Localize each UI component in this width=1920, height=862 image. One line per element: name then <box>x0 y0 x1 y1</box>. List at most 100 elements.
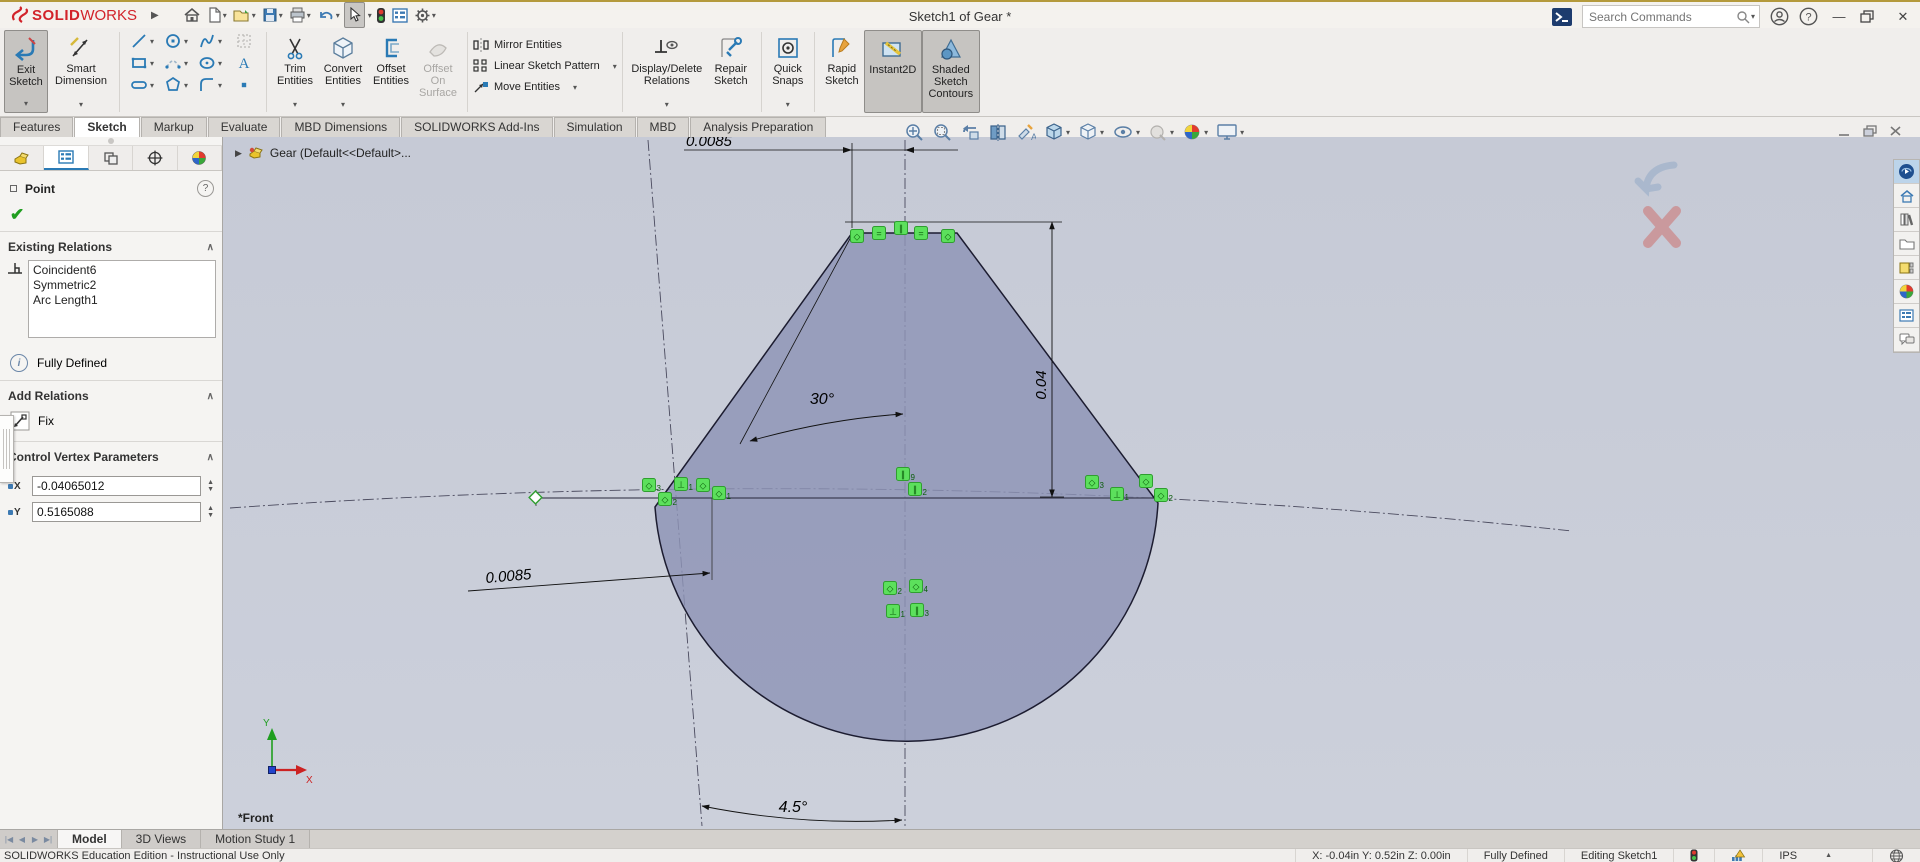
relation-badge[interactable]: ◇ <box>942 230 955 243</box>
command-tab-evaluate[interactable]: Evaluate <box>208 117 281 137</box>
pitch-endpoint-marker[interactable] <box>529 491 542 504</box>
taskpane-appearances-button[interactable] <box>1894 280 1919 304</box>
relation-item[interactable]: Arc Length1 <box>33 293 211 308</box>
taskpane-comments-button[interactable] <box>1894 328 1919 352</box>
home-button[interactable] <box>181 3 203 27</box>
tab-scroll-first[interactable]: |◀ <box>3 835 15 844</box>
confirm-cancel-icon[interactable] <box>1648 211 1676 243</box>
doc-close-icon[interactable] <box>1889 125 1902 137</box>
surface-sketch-button[interactable] <box>227 32 261 50</box>
doc-restore-icon[interactable] <box>1863 125 1877 137</box>
instant2d-button[interactable]: Instant2D <box>864 30 922 113</box>
control-vertex-collapse-icon[interactable]: ∧ <box>207 452 214 463</box>
confirm-exit-sketch-icon[interactable] <box>1638 165 1674 189</box>
taskpane-resources-button[interactable] <box>1894 208 1919 232</box>
convert-entities-button[interactable]: Convert Entities ▾ <box>318 30 368 113</box>
spline-tool-button[interactable]: ▾ <box>193 32 227 50</box>
search-commands-input[interactable] <box>1587 9 1736 25</box>
trim-entities-button[interactable]: Trim Entities ▾ <box>272 30 318 113</box>
command-tab-sketch[interactable]: Sketch <box>74 117 139 137</box>
dimension-half-pitch-angle[interactable]: 4.5° <box>702 799 902 821</box>
spline-tool-caret[interactable]: ▾ <box>218 37 222 46</box>
tab-propertymanager[interactable] <box>44 146 88 170</box>
rectangle-tool-button[interactable]: ▾ <box>125 54 159 72</box>
quick-snaps-button[interactable]: Quick Snaps ▾ <box>767 30 809 113</box>
taskpane-design-library-button[interactable] <box>1894 256 1919 280</box>
options-button[interactable]: ▾ <box>412 3 438 27</box>
control-vertex-group[interactable]: Control Vertex Parameters ∧ <box>0 442 222 468</box>
existing-relations-collapse-icon[interactable]: ∧ <box>207 242 214 253</box>
slot-tool-button[interactable]: ▾ <box>125 76 159 94</box>
performance-indicator[interactable] <box>1673 849 1714 862</box>
fillet-tool-button[interactable]: ▾ <box>193 76 227 94</box>
restore-window-button[interactable] <box>1860 10 1882 23</box>
relation-badge[interactable]: = <box>915 227 928 240</box>
doc-minimize-icon[interactable] <box>1837 125 1851 137</box>
brand-flyout-arrow[interactable]: ▶ <box>151 10 159 21</box>
edit-appearance-button[interactable]: ▾ <box>1147 121 1175 143</box>
account-icon[interactable] <box>1770 7 1789 26</box>
smart-dimension-flyout-caret[interactable]: ▾ <box>79 99 83 111</box>
line-tool-button[interactable]: ▾ <box>125 32 159 50</box>
edit-appearance-caret[interactable]: ▾ <box>1170 128 1174 137</box>
open-button[interactable]: ▾ <box>231 3 258 27</box>
shaded-sketch-contours-button[interactable]: Shaded Sketch Contours <box>922 30 980 113</box>
diagnostics-indicator[interactable] <box>1714 849 1762 862</box>
model-tab-model[interactable]: Model <box>58 830 122 848</box>
gear-tooth-profile[interactable] <box>655 233 1158 741</box>
relation-badge[interactable]: ◇ <box>697 479 710 492</box>
convert-entities-caret[interactable]: ▾ <box>341 99 345 111</box>
zoom-area-button[interactable] <box>931 121 953 143</box>
command-tab-markup[interactable]: Markup <box>141 117 207 137</box>
polygon-tool-button[interactable]: ▾ <box>159 76 193 94</box>
offset-entities-button[interactable]: Offset Entities <box>368 30 414 113</box>
panel-flyout-handle[interactable] <box>0 415 14 483</box>
text-tool-button[interactable]: A <box>227 54 261 72</box>
slot-tool-caret[interactable]: ▾ <box>150 81 154 90</box>
circle-tool-caret[interactable]: ▾ <box>184 37 188 46</box>
display-style-button[interactable]: ▾ <box>1077 121 1105 143</box>
relations-list[interactable]: Coincident6Symmetric2Arc Length1 <box>28 260 216 338</box>
unit-system-caret[interactable]: ▲ <box>1825 852 1832 859</box>
close-window-button[interactable]: ✕ <box>1892 9 1914 25</box>
linear-pattern-caret[interactable]: ▾ <box>613 62 617 71</box>
tab-scroll-prev[interactable]: ◀ <box>16 835 28 844</box>
trim-entities-caret[interactable]: ▾ <box>293 99 297 111</box>
taskpane-file-explorer-button[interactable] <box>1894 232 1919 256</box>
rapid-sketch-button[interactable]: Rapid Sketch <box>820 30 864 113</box>
graphics-viewport[interactable]: ▶ Gear (Default<<Default>... A ▾ ▾ ▾ ▾ ▾… <box>223 137 1920 829</box>
display-delete-caret[interactable]: ▾ <box>665 99 669 111</box>
select-tool-button[interactable] <box>344 2 365 28</box>
tab-displaymanager[interactable] <box>178 146 222 170</box>
taskpane-home-button[interactable] <box>1894 184 1919 208</box>
polygon-tool-caret[interactable]: ▾ <box>184 81 188 90</box>
tab-scroll-next[interactable]: ▶ <box>29 835 41 844</box>
feature-tree-root-label[interactable]: Gear (Default<<Default>... <box>270 146 411 160</box>
view-orientation-button[interactable]: ▾ <box>1043 121 1071 143</box>
command-console-icon[interactable] <box>1552 8 1572 26</box>
select-tool-caret[interactable]: ▾ <box>368 11 372 20</box>
relation-badge[interactable]: = <box>873 227 886 240</box>
apply-scene-caret[interactable]: ▾ <box>1204 128 1208 137</box>
taskpane-custom-properties-button[interactable] <box>1894 304 1919 328</box>
x-parameter-input[interactable] <box>32 476 201 496</box>
existing-relations-group[interactable]: Existing Relations ∧ <box>0 232 222 258</box>
traffic-light-button[interactable] <box>374 3 388 27</box>
tab-featuremanager[interactable] <box>0 146 44 170</box>
sketch-origin-triad[interactable]: Y X <box>263 718 313 786</box>
relation-badge[interactable]: ◇ <box>1140 475 1153 488</box>
apply-scene-button[interactable]: ▾ <box>1181 121 1209 143</box>
command-tab-solidworks-add-ins[interactable]: SOLIDWORKS Add-Ins <box>401 117 552 137</box>
previous-view-button[interactable] <box>959 121 981 143</box>
move-entities-button[interactable]: Move Entities ▾ <box>473 78 617 96</box>
linear-sketch-pattern-button[interactable]: Linear Sketch Pattern ▾ <box>473 57 617 75</box>
arc-tool-caret[interactable]: ▾ <box>184 59 188 68</box>
fillet-tool-caret[interactable]: ▾ <box>218 81 222 90</box>
panel-splitter[interactable] <box>0 137 222 146</box>
arc-tool-button[interactable]: ▾ <box>159 54 193 72</box>
circle-tool-button[interactable]: ▾ <box>159 32 193 50</box>
ellipse-tool-caret[interactable]: ▾ <box>218 59 222 68</box>
command-tab-analysis-preparation[interactable]: Analysis Preparation <box>690 117 826 137</box>
hide-show-items-button[interactable]: ▾ <box>1111 121 1141 143</box>
tags-button[interactable] <box>1872 849 1920 862</box>
